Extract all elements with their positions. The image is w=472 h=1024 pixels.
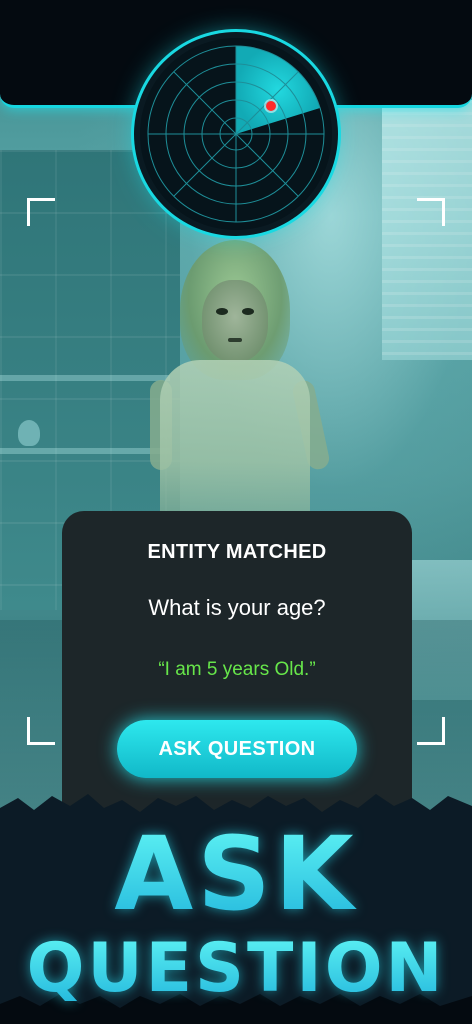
card-title: ENTITY MATCHED [147, 541, 327, 563]
banner-title-line1: ASK [0, 820, 472, 930]
answer-text: “I am 5 years Old.” [158, 659, 316, 680]
ghost-eye [242, 308, 254, 315]
corner-bracket-icon [27, 717, 55, 745]
window-blinds [382, 100, 472, 360]
corner-bracket-icon [417, 198, 445, 226]
shelf [0, 375, 170, 381]
vase [18, 420, 40, 446]
ghost-mouth [228, 338, 242, 342]
corner-bracket-icon [417, 717, 445, 745]
question-text: What is your age? [148, 595, 326, 620]
radar-icon [140, 38, 332, 230]
ghost-figure [150, 240, 332, 530]
ghost-face [202, 280, 268, 362]
radar-blip-icon [266, 101, 276, 111]
banner-title-line2: QUESTION [0, 930, 472, 1008]
corner-bracket-icon [27, 198, 55, 226]
shelf [0, 448, 170, 454]
entity-card: ENTITY MATCHED What is your age? “I am 5… [62, 511, 412, 831]
ghost-dress [160, 360, 310, 530]
ghost-eye [216, 308, 228, 315]
ask-question-button[interactable]: ASK QUESTION [117, 720, 357, 778]
